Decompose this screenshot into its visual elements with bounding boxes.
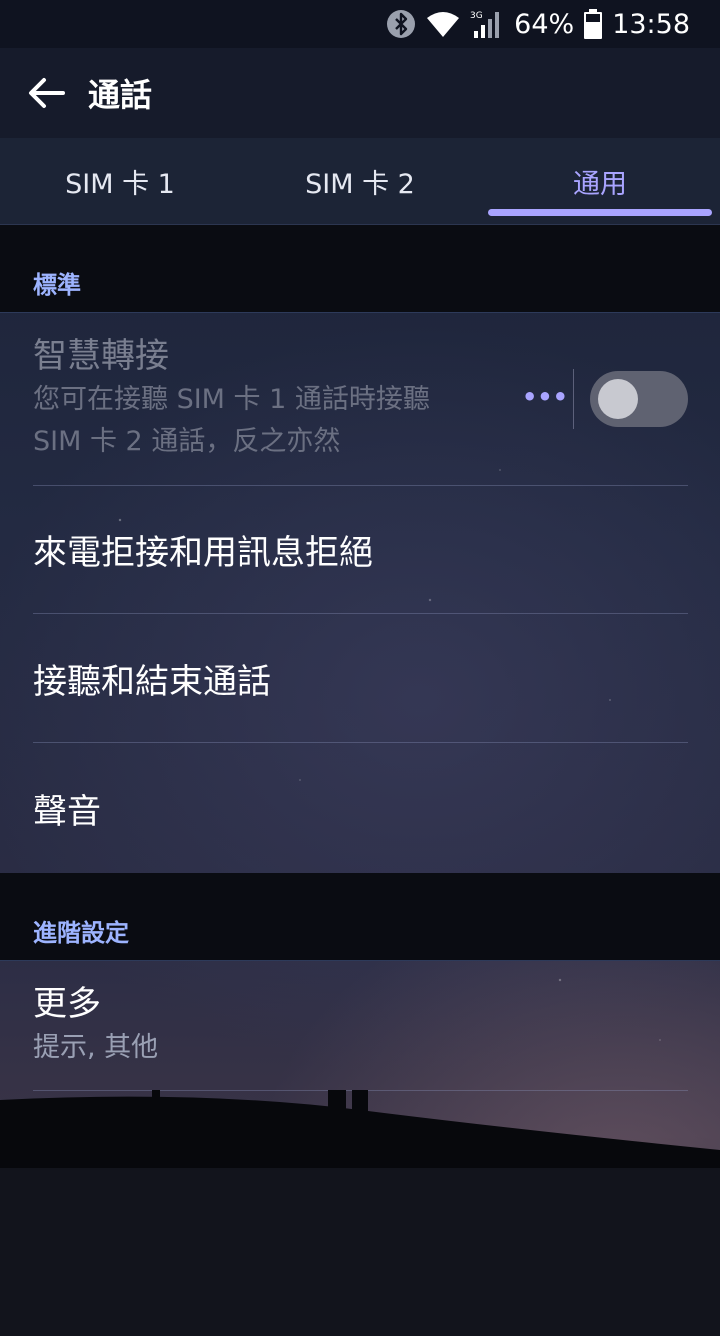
screen: 3G 64% 13:58 通話 SIM 卡 1 SIM 卡 2 通用 標準 智慧…	[0, 0, 720, 1336]
more-subtitle: 提示, 其他	[33, 1032, 159, 1063]
reject-with-message-title: 來電拒接和用訊息拒絕	[33, 533, 373, 573]
app-bar: 通話	[0, 48, 720, 138]
back-button[interactable]	[14, 61, 78, 125]
wallpaper-silhouette	[0, 1090, 720, 1336]
smart-forward-subtitle-line1: 您可在接聽 SIM 卡 1 通話時接聽	[33, 384, 430, 415]
tab-bar: SIM 卡 1 SIM 卡 2 通用	[0, 138, 720, 225]
smart-forward-toggle[interactable]	[590, 371, 688, 427]
divider	[573, 369, 574, 429]
answer-end-call-title: 接聽和結束通話	[33, 661, 271, 702]
sound-row[interactable]: 聲音	[33, 743, 688, 873]
wifi-icon	[426, 10, 460, 38]
status-bar: 3G 64% 13:58	[0, 0, 720, 48]
tab-sim1[interactable]: SIM 卡 1	[0, 138, 240, 224]
tab-indicator	[488, 209, 712, 216]
clock: 13:58	[612, 8, 690, 40]
smart-forward-more-button[interactable]: •••	[522, 383, 568, 411]
tab-sim2[interactable]: SIM 卡 2	[240, 138, 480, 224]
tab-label: SIM 卡 1	[65, 168, 175, 200]
section-header-advanced: 進階設定	[0, 873, 720, 961]
more-text: 更多 提示, 其他	[33, 961, 688, 1069]
smart-forward-row[interactable]: 智慧轉接 您可在接聽 SIM 卡 1 通話時接聽 SIM 卡 2 通話，反之亦然…	[33, 313, 688, 486]
battery-icon	[584, 9, 603, 39]
battery-percent: 64%	[514, 8, 575, 40]
page-title: 通話	[88, 76, 153, 114]
network-type-label: 3G	[470, 11, 483, 21]
sound-title: 聲音	[33, 791, 101, 832]
more-row[interactable]: 更多 提示, 其他	[33, 961, 688, 1091]
reject-with-message-row[interactable]: 來電拒接和用訊息拒絕	[33, 486, 688, 614]
answer-end-call-row[interactable]: 接聽和結束通話	[33, 614, 688, 743]
tab-label: 通用	[573, 168, 627, 200]
more-title: 更多	[33, 984, 101, 1024]
signal-icon: 3G	[470, 9, 504, 39]
smart-forward-subtitle-line2: SIM 卡 2 通話，反之亦然	[33, 426, 341, 457]
arrow-left-icon	[29, 78, 65, 108]
toggle-knob	[598, 379, 638, 419]
smart-forward-text: 智慧轉接 您可在接聽 SIM 卡 1 通話時接聽 SIM 卡 2 通話，反之亦然	[33, 313, 553, 463]
bluetooth-icon	[386, 9, 416, 39]
smart-forward-title: 智慧轉接	[33, 336, 169, 376]
tab-label: SIM 卡 2	[305, 168, 415, 200]
section-header-standard: 標準	[0, 225, 720, 313]
tab-general[interactable]: 通用	[480, 138, 720, 224]
